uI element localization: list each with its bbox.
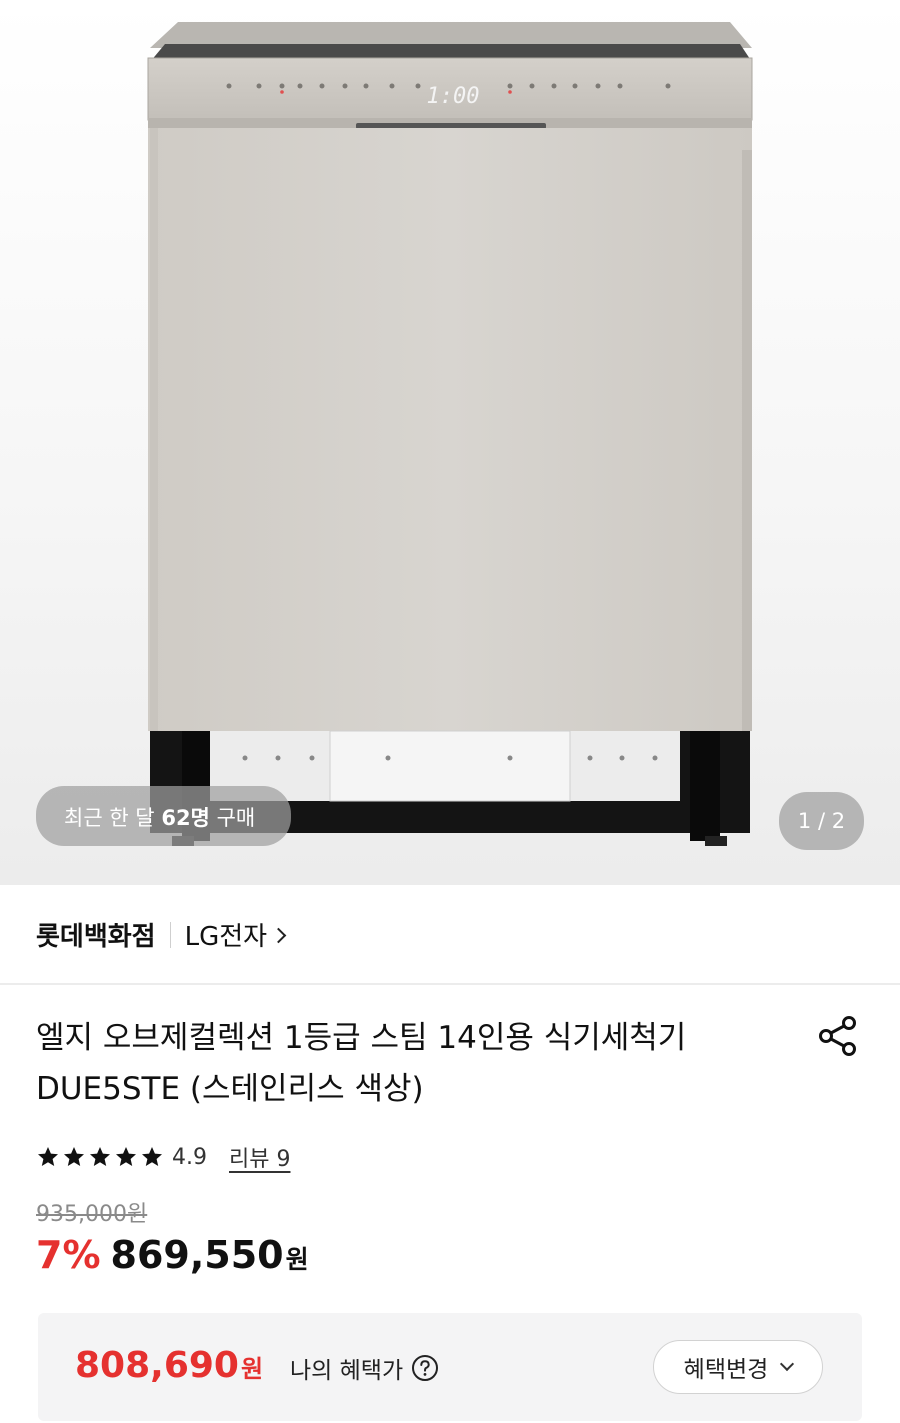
star-icon [90, 1147, 110, 1166]
benefit-price: 808,690 원 [75, 1345, 263, 1386]
product-title-line-1: 엘지 오브제컬렉션 1등급 스팀 14인용 식기세척기 [36, 1020, 687, 1056]
pager-current: 1 [797, 809, 812, 833]
buyers-suffix: 구매 [216, 806, 256, 830]
rating-score: 4.9 [172, 1144, 207, 1170]
brand-name: LG전자 [184, 922, 268, 952]
discount-rate: 7% [36, 1233, 101, 1277]
original-price: 935,000원 [36, 1202, 148, 1227]
sale-price-unit: 원 [285, 1245, 309, 1274]
star-icon [64, 1147, 84, 1166]
sale-price: 869,550 [110, 1233, 284, 1277]
section-divider [0, 983, 900, 985]
chevron-right-icon [270, 927, 287, 944]
benefit-label-text: 나의 혜택가 [290, 1358, 404, 1384]
star-icon [116, 1147, 136, 1166]
benefit-price-box: 808,690 원 나의 혜택가 혜택변경 [38, 1313, 862, 1421]
question-icon[interactable] [411, 1354, 439, 1382]
benefit-label: 나의 혜택가 [290, 1351, 439, 1385]
dishwasher-image: 1:00 [147, 22, 753, 846]
star-icon [142, 1147, 162, 1166]
sale-price-row: 7% 869,550 원 [36, 1233, 309, 1277]
buyers-prefix: 최근 한 달 [64, 806, 155, 830]
share-icon[interactable] [814, 1012, 862, 1060]
pager-total: 2 [831, 809, 846, 833]
svg-text:1:00: 1:00 [427, 84, 480, 109]
star-icon [38, 1147, 58, 1166]
buyers-count: 62명 [161, 806, 210, 830]
chevron-down-icon [780, 1356, 795, 1372]
product-title: 엘지 오브제컬렉션 1등급 스팀 14인용 식기세척기 DUE5STE (스테인… [36, 1013, 776, 1115]
brand-link[interactable]: LG전자 [184, 916, 287, 953]
rating-row: 4.9 리뷰 9 [36, 1141, 290, 1173]
store-name[interactable]: 롯데백화점 [36, 916, 156, 953]
pager-separator: / [817, 809, 826, 833]
seller-row: 롯데백화점 LG전자 [36, 916, 287, 953]
rating-stars [36, 1145, 166, 1169]
change-benefit-label: 혜택변경 [683, 1357, 769, 1383]
seller-divider [169, 921, 171, 948]
product-image-gallery[interactable]: 1:00 최근 한 달 62명 구매 1 / 2 [0, 0, 900, 885]
review-link[interactable]: 리뷰 9 [229, 1141, 290, 1173]
image-pager: 1 / 2 [779, 792, 864, 850]
recent-buyers-badge: 최근 한 달 62명 구매 [36, 786, 291, 846]
benefit-price-unit: 원 [240, 1355, 264, 1383]
change-benefit-button[interactable]: 혜택변경 [653, 1340, 823, 1394]
product-title-line-2: DUE5STE (스테인리스 색상) [36, 1071, 424, 1107]
benefit-price-value: 808,690 [75, 1345, 239, 1386]
